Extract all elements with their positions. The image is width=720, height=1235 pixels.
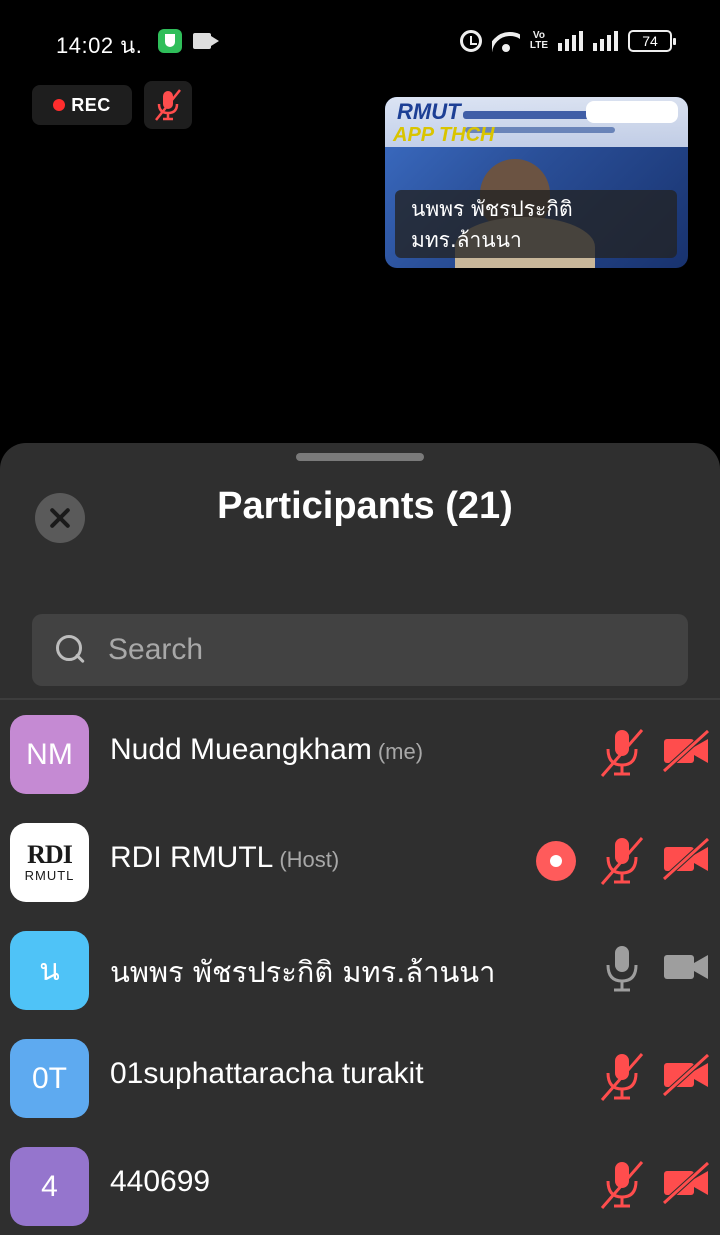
camera-off-icon[interactable] <box>662 837 710 881</box>
participant-row[interactable]: 0T 01suphattaracha turakit <box>0 1037 720 1145</box>
participant-row[interactable]: น นพพร พัชรประกิติ มทร.ล้านนา <box>0 929 720 1037</box>
avatar: RDI RMUTL <box>10 823 89 902</box>
sheet-drag-handle[interactable] <box>296 453 424 461</box>
status-time: 14:02 น. <box>56 33 143 58</box>
alarm-icon <box>459 30 482 52</box>
video-logo: RMUT <box>397 99 461 124</box>
video-name-label: นพพร พัชรประกิติ มทร.ล้านนา <box>395 190 677 258</box>
mic-muted-icon[interactable] <box>598 1159 646 1211</box>
camera-off-icon[interactable] <box>662 729 710 773</box>
participant-list: NM Nudd Mueangkham (me) RDI RMUTL RDI RM… <box>0 713 720 1235</box>
mic-muted-icon <box>155 89 181 121</box>
video-camera-icon <box>193 33 219 49</box>
participant-row[interactable]: RDI RMUTL RDI RMUTL (Host) <box>0 821 720 929</box>
record-dot-icon <box>53 99 66 111</box>
mic-muted-icon[interactable] <box>598 727 646 779</box>
battery-indicator: 74 <box>628 30 676 52</box>
logo-icon: RDI <box>27 839 73 869</box>
volte-icon: Vo LTE <box>529 30 548 51</box>
search-icon <box>56 635 86 665</box>
participant-name: 440699 <box>110 1165 211 1198</box>
participant-name: 01suphattaracha turakit <box>110 1057 424 1090</box>
shield-icon <box>158 29 182 53</box>
avatar: 0T <box>10 1039 89 1118</box>
camera-off-icon[interactable] <box>662 1053 710 1097</box>
participant-tag: (me) <box>377 739 424 764</box>
divider <box>0 698 720 700</box>
participant-tag: (Host) <box>279 847 340 872</box>
video-name-line1: นพพร พัชรประกิติ <box>411 197 573 221</box>
participant-name: นพพร พัชรประกิติ มทร.ล้านนา <box>110 955 496 989</box>
signal-icon <box>558 31 583 51</box>
video-name-line2: มทร.ล้านนา <box>411 228 522 252</box>
video-logo-sub: APP THCH <box>393 124 495 146</box>
self-mute-button[interactable] <box>144 81 192 129</box>
video-badges <box>586 101 678 123</box>
panel-title: Participants (21) <box>217 485 513 527</box>
participant-row[interactable]: NM Nudd Mueangkham (me) <box>0 713 720 821</box>
recording-indicator: REC <box>32 85 132 125</box>
participant-name: Nudd Mueangkham (me) <box>110 733 424 766</box>
wifi-icon <box>491 30 520 52</box>
camera-icon[interactable] <box>662 945 710 989</box>
recording-icon <box>536 841 576 881</box>
mic-muted-icon[interactable] <box>598 835 646 887</box>
mic-icon[interactable] <box>598 943 646 995</box>
avatar: 4 <box>10 1147 89 1226</box>
participant-name: RDI RMUTL (Host) <box>110 841 340 874</box>
participants-sheet: Participants (21) NM Nudd Mueangkham(me) <box>0 443 720 1235</box>
search-box[interactable] <box>32 614 688 686</box>
avatar: น <box>10 931 89 1010</box>
avatar: NM <box>10 715 89 794</box>
status-bar: 14:02 น. Vo LTE 74 <box>0 0 720 84</box>
participant-row[interactable]: 4 440699 <box>0 1145 720 1235</box>
mic-muted-icon[interactable] <box>598 1051 646 1103</box>
search-input[interactable] <box>108 614 668 686</box>
status-indicators: Vo LTE 74 <box>459 26 676 56</box>
signal-icon-2 <box>593 31 618 51</box>
camera-off-icon[interactable] <box>662 1161 710 1205</box>
rec-label: REC <box>71 94 111 115</box>
video-tile[interactable]: RMUT APP THCH นพพร พัชรประกิติ มทร.ล้านน… <box>385 97 688 268</box>
